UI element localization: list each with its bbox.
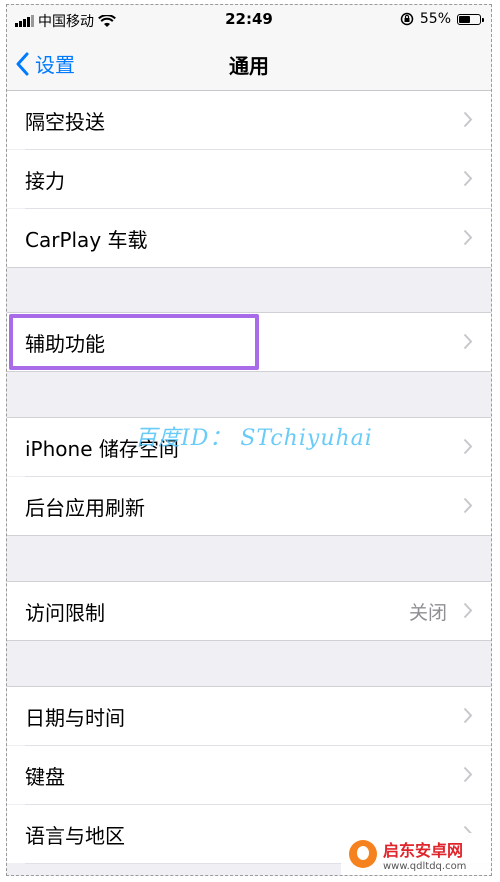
battery-icon [457,13,484,25]
page-title: 通用 [229,54,269,78]
orientation-lock-icon [400,12,414,26]
settings-row-restrictions[interactable]: 访问限制 关闭 [7,582,491,640]
settings-row-keyboard[interactable]: 键盘 [7,746,491,804]
row-label: CarPlay 车载 [25,227,148,252]
group-separator [7,640,491,641]
logo-icon [349,840,377,868]
row-label: 访问限制 [25,600,105,625]
chevron-right-icon [463,111,473,128]
group-separator [7,371,491,372]
highlight-box [9,314,259,370]
status-bar: 中国移动 22:49 55% [7,5,491,35]
settings-row-handoff[interactable]: 接力 [7,150,491,208]
group-separator [7,267,491,268]
chevron-right-icon [463,229,473,246]
row-label: 日期与时间 [25,705,125,730]
chevron-right-icon [463,766,473,783]
row-label: 接力 [25,168,65,193]
row-label: 语言与地区 [25,823,125,848]
group-separator [7,535,491,536]
settings-row-airdrop[interactable]: 隔空投送 [7,91,491,149]
settings-row-carplay[interactable]: CarPlay 车载 [7,209,491,267]
logo-title: 启东安卓网 [383,840,464,860]
chevron-right-icon [463,602,473,619]
logo-url: www.qdltdq.com [383,860,467,872]
row-label: 后台应用刷新 [25,495,145,520]
chevron-right-icon [463,438,473,455]
corner-logo: 启东安卓网 www.qdltdq.com [341,833,491,875]
screenshot-frame: 中国移动 22:49 55% 设置 通用 隔空投送 接力 CarPlay 车载 … [6,4,492,876]
chevron-right-icon [463,707,473,724]
row-value: 关闭 [408,601,447,624]
navigation-bar: 设置 通用 [7,35,491,91]
chevron-right-icon [463,333,473,350]
battery-fill [459,15,470,23]
row-label: 键盘 [25,764,65,789]
settings-row-date-time[interactable]: 日期与时间 [7,687,491,745]
settings-row-background-refresh[interactable]: 后台应用刷新 [7,477,491,535]
status-right: 55% [400,11,484,27]
chevron-right-icon [463,170,473,187]
watermark-text: 百度ID： STchiyuhai [135,426,373,451]
row-label: 隔空投送 [25,109,105,134]
chevron-right-icon [463,497,473,514]
battery-percent: 55% [419,11,451,27]
